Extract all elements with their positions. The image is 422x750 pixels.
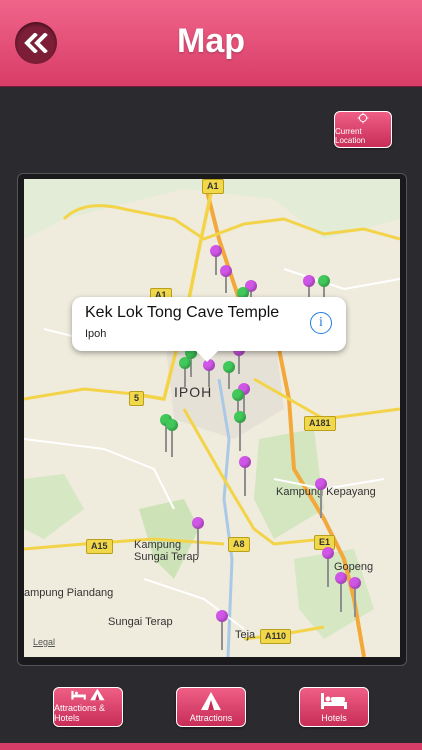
place-label-kampung-kepayang: Kampung Kepayang (276, 486, 376, 498)
bed-and-tent-icon (71, 688, 105, 701)
tab-attractions-hotels[interactable]: Attractions & Hotels (53, 687, 123, 727)
current-location-button[interactable]: Current Location (334, 111, 392, 148)
tab-label: Hotels (321, 713, 347, 723)
place-label-teja: Teja (235, 629, 256, 641)
map-callout[interactable]: Kek Lok Tong Cave Temple Ipoh i (72, 297, 346, 362)
hotel-pin[interactable] (166, 419, 178, 457)
tab-hotels[interactable]: Hotels (299, 687, 369, 727)
header-bar: Map (0, 0, 422, 87)
attraction-pin[interactable] (192, 517, 204, 557)
road-shield-5: 5 (129, 391, 145, 406)
bottom-accent-line (0, 743, 422, 750)
forest-area (24, 474, 84, 539)
page-title: Map (177, 22, 245, 60)
tab-label: Attractions (189, 713, 233, 723)
current-location-label: Current Location (335, 127, 366, 145)
attraction-pin[interactable] (220, 265, 232, 293)
bed-icon (321, 693, 347, 709)
place-label-sungai-terap: Sungai Terap (134, 551, 199, 563)
attraction-pin[interactable] (322, 547, 334, 587)
attraction-pin[interactable] (216, 610, 228, 650)
attraction-pin[interactable] (210, 245, 222, 275)
tab-label: Attractions & Hotels (54, 703, 106, 723)
place-label-kampung-piandang: ampung Piandang (24, 587, 114, 599)
place-label-ipoh: IPOH (174, 384, 213, 400)
tent-icon (201, 692, 221, 710)
attraction-pin[interactable] (203, 359, 215, 387)
tab-attractions[interactable]: Attractions (176, 687, 246, 727)
road-shield-a8: A8 (228, 537, 250, 552)
forest-area (254, 429, 324, 539)
road-shield-a15: A15 (86, 539, 113, 554)
road-a15 (24, 537, 225, 551)
road-shield-a1: A1 (202, 179, 224, 194)
attraction-pin[interactable] (233, 344, 245, 374)
hotel-pin[interactable] (179, 357, 191, 387)
hotel-pin[interactable] (223, 361, 235, 389)
place-label-sungai-terap: Sungai Terap (108, 616, 173, 628)
hotel-pin[interactable] (234, 411, 246, 451)
road-shield-a110: A110 (260, 629, 292, 644)
info-icon[interactable]: i (310, 312, 332, 334)
map-view[interactable]: A1 A1 5 A181 A15 A8 E1 A110 IPOH Kampung… (24, 179, 400, 657)
attraction-pin[interactable] (315, 478, 327, 518)
attraction-pin[interactable] (335, 572, 347, 612)
attraction-pin[interactable] (349, 577, 361, 617)
road-5 (24, 387, 135, 401)
place-label-kampung: Kampung (134, 539, 182, 551)
attraction-pin[interactable] (239, 456, 251, 496)
crosshair-icon (357, 112, 369, 124)
callout-title: Kek Lok Tong Cave Temple (85, 304, 280, 321)
callout-subtitle: Ipoh (85, 328, 107, 340)
legal-link[interactable]: Legal (33, 637, 55, 647)
road-shield-a181: A181 (304, 416, 336, 431)
